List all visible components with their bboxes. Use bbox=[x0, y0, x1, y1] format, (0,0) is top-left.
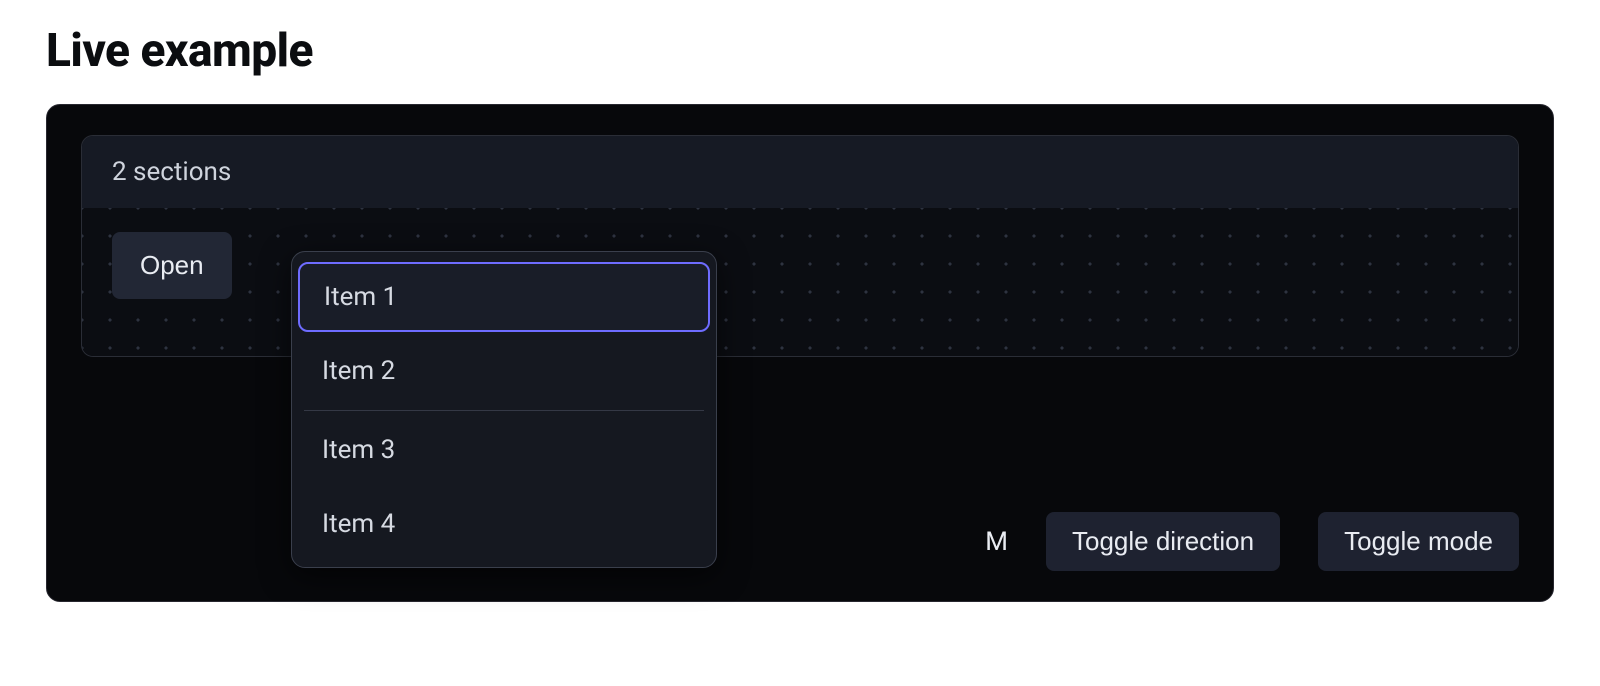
size-label: M bbox=[985, 527, 1008, 557]
section-header: 2 sections bbox=[82, 136, 1518, 208]
dropdown-menu: Item 1 Item 2 Item 3 Item 4 bbox=[291, 251, 717, 568]
example-canvas: 2 sections Open Item 1 Item 2 Item 3 Ite… bbox=[46, 104, 1554, 602]
menu-item-1[interactable]: Item 1 bbox=[298, 262, 710, 332]
menu-item-4[interactable]: Item 4 bbox=[292, 487, 716, 561]
open-button[interactable]: Open bbox=[112, 232, 232, 299]
menu-separator bbox=[304, 410, 704, 411]
footer-controls: M Toggle direction Toggle mode bbox=[985, 512, 1519, 571]
menu-item-3[interactable]: Item 3 bbox=[292, 413, 716, 487]
toggle-mode-button[interactable]: Toggle mode bbox=[1318, 512, 1519, 571]
menu-item-2[interactable]: Item 2 bbox=[292, 334, 716, 408]
page-heading: Live example bbox=[46, 24, 1554, 78]
section-title: 2 sections bbox=[112, 157, 231, 187]
toggle-direction-button[interactable]: Toggle direction bbox=[1046, 512, 1280, 571]
